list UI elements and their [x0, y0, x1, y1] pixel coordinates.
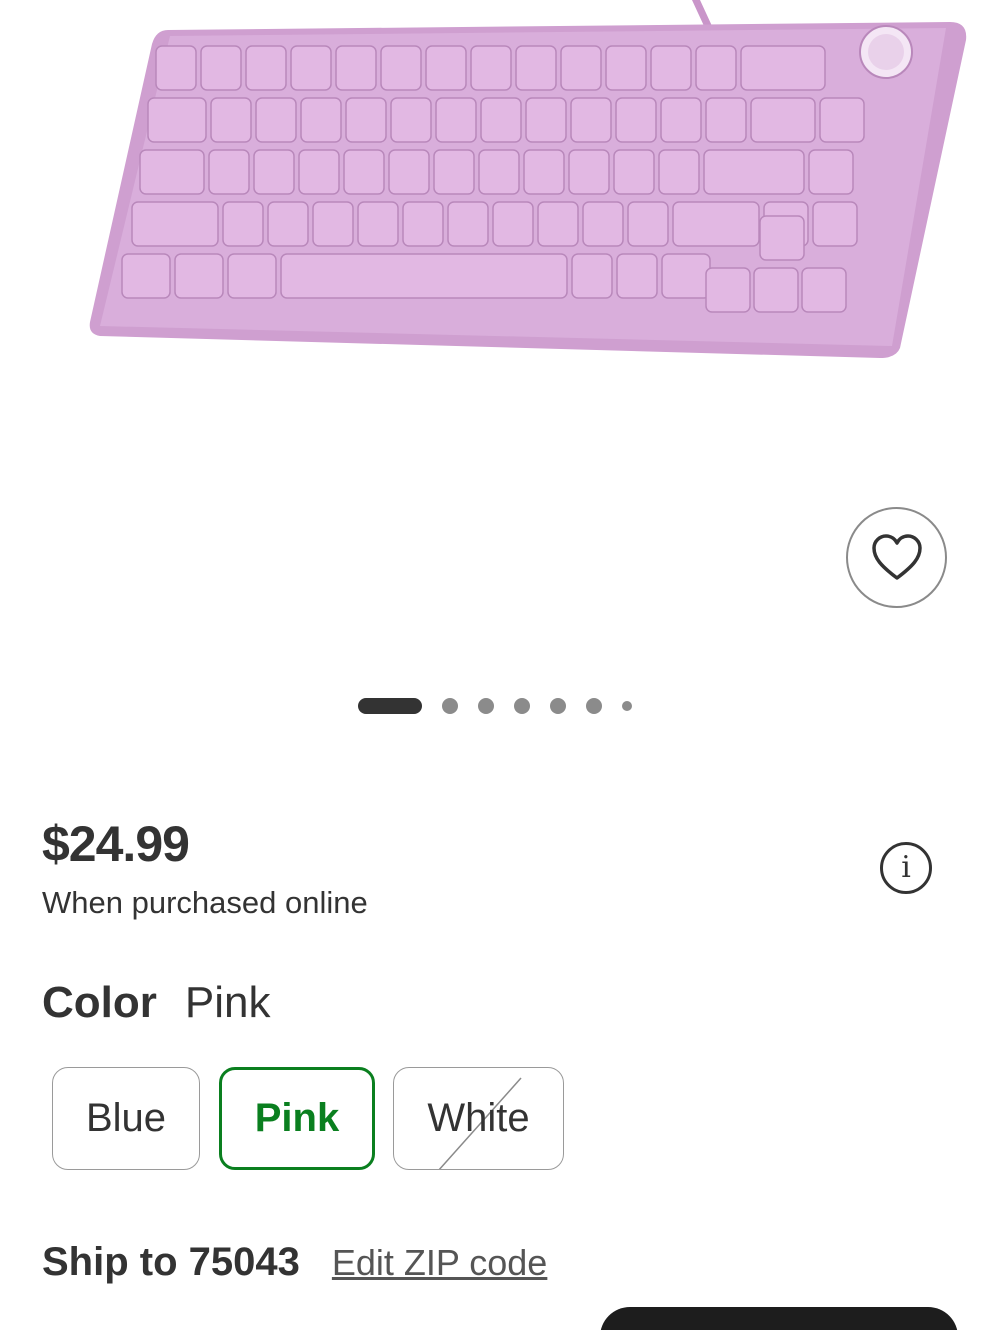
keycap: [298, 149, 340, 195]
keycap: [661, 253, 711, 299]
keycap: [139, 149, 205, 195]
ship-to: Ship to 75043 Edit ZIP code: [42, 1240, 547, 1285]
keycap: [627, 201, 669, 247]
price-note: When purchased online: [42, 885, 368, 920]
image-carousel-indicator: [358, 697, 632, 715]
keycap: [388, 149, 430, 195]
keycap: [570, 97, 612, 143]
keycap: [672, 201, 760, 247]
color-label: Color: [42, 978, 157, 1027]
keycap: [433, 149, 475, 195]
keycap: [255, 97, 297, 143]
carousel-dot-2[interactable]: [442, 698, 458, 714]
keycap: [812, 201, 858, 247]
keycap: [425, 45, 467, 91]
price-info-button[interactable]: i: [880, 842, 932, 894]
keycap: [470, 45, 512, 91]
keycap: [703, 149, 805, 195]
keycap: [740, 45, 826, 91]
keycap: [335, 45, 377, 91]
keycap: [759, 215, 805, 261]
keycap: [390, 97, 432, 143]
keycap: [435, 97, 477, 143]
heart-icon: [871, 533, 922, 580]
keycap: [582, 201, 624, 247]
keycap: [571, 253, 613, 299]
keycap: [280, 253, 568, 299]
color-selector-heading: Color Pink: [42, 978, 270, 1028]
color-option-label: White: [427, 1096, 530, 1140]
keycap: [121, 253, 171, 299]
keycap: [658, 149, 700, 195]
keycap: [267, 201, 309, 247]
favorite-button[interactable]: [846, 507, 947, 608]
info-icon: i: [901, 850, 911, 885]
keycap: [345, 97, 387, 143]
keycap: [695, 45, 737, 91]
keycap: [290, 45, 332, 91]
color-option-blue[interactable]: Blue: [52, 1067, 200, 1170]
carousel-dot-1[interactable]: [358, 698, 422, 714]
color-option-white[interactable]: White: [393, 1067, 564, 1170]
keycap: [492, 201, 534, 247]
keycap: [210, 97, 252, 143]
keycap: [253, 149, 295, 195]
keycap: [174, 253, 224, 299]
selected-color: Pink: [184, 978, 271, 1027]
keycap: [650, 45, 692, 91]
carousel-dot-6[interactable]: [586, 698, 602, 714]
keycap: [343, 149, 385, 195]
keycap: [537, 201, 579, 247]
keycap: [200, 45, 242, 91]
carousel-dot-3[interactable]: [478, 698, 494, 714]
keycap: [478, 149, 520, 195]
keycap: [660, 97, 702, 143]
keycap: [525, 97, 567, 143]
carousel-dot-5[interactable]: [550, 698, 566, 714]
keycap: [402, 201, 444, 247]
keycap: [605, 45, 647, 91]
carousel-dot-4[interactable]: [514, 698, 530, 714]
keycap: [705, 267, 751, 313]
keycap: [245, 45, 287, 91]
keycap: [808, 149, 854, 195]
keycap: [753, 267, 799, 313]
keycap: [227, 253, 277, 299]
keycap: [801, 267, 847, 313]
color-option-label: Blue: [85, 1096, 167, 1140]
keycap: [560, 45, 602, 91]
color-option-pink[interactable]: Pink: [219, 1067, 375, 1170]
keycap: [568, 149, 610, 195]
ship-to-label: Ship to 75043: [42, 1240, 300, 1284]
availability-text-cutoff: [42, 1322, 442, 1330]
keycap: [380, 45, 422, 91]
keycap: [705, 97, 747, 143]
keycap: [131, 201, 219, 247]
edit-zip-link[interactable]: Edit ZIP code: [332, 1242, 547, 1284]
keycap: [208, 149, 250, 195]
keycap: [222, 201, 264, 247]
keycap: [155, 45, 197, 91]
keycap: [615, 97, 657, 143]
keycap: [147, 97, 207, 143]
keycap: [613, 149, 655, 195]
price: $24.99: [42, 816, 190, 872]
color-option-label: Pink: [254, 1096, 340, 1140]
keycap: [300, 97, 342, 143]
keycap: [515, 45, 557, 91]
keycap: [447, 201, 489, 247]
keycap: [312, 201, 354, 247]
keycap: [523, 149, 565, 195]
keycap: [480, 97, 522, 143]
keycap: [750, 97, 816, 143]
product-image[interactable]: [0, 0, 1000, 470]
keycap: [819, 97, 865, 143]
carousel-dot-7[interactable]: [622, 701, 632, 711]
keyboard-image: [89, 0, 967, 358]
primary-action-button-cutoff[interactable]: [600, 1307, 958, 1330]
keycap: [357, 201, 399, 247]
keycap: [616, 253, 658, 299]
